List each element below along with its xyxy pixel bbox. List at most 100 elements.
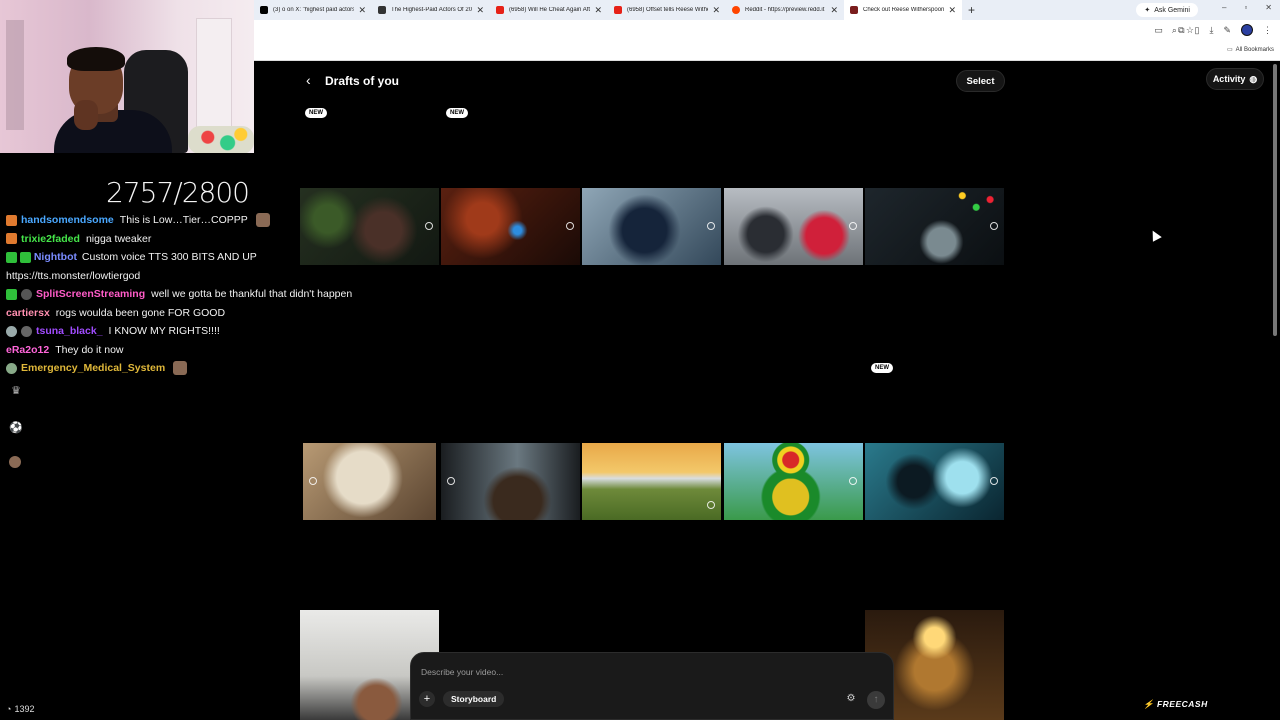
close-window-icon[interactable]: ✕ bbox=[1265, 3, 1272, 12]
freecash-logo: ⚡ FREECASH bbox=[1143, 699, 1208, 710]
all-bookmarks-button[interactable]: ▭ All Bookmarks bbox=[1226, 46, 1274, 54]
tab-title: (3) o on X: "highest paid actors bbox=[273, 7, 355, 13]
ask-gemini-button[interactable]: ✦ Ask Gemini bbox=[1136, 3, 1198, 17]
chat-text: This is Low…Tier…COPPP bbox=[119, 214, 248, 226]
chat-message: tsuna_black_ I KNOW MY RIGHTS!!!! bbox=[6, 322, 386, 341]
chat-text: I KNOW MY RIGHTS!!!! bbox=[108, 325, 220, 337]
trophy-icon: ♛ bbox=[11, 385, 21, 397]
site-favicon-icon bbox=[378, 6, 386, 14]
browser-tab[interactable]: The Highest-Paid Actors Of 20... ✕ bbox=[372, 0, 490, 20]
draft-video-thumbnail[interactable] bbox=[865, 443, 1004, 520]
restore-icon[interactable]: ▫ bbox=[1244, 3, 1247, 12]
draft-video-thumbnail[interactable] bbox=[300, 188, 439, 265]
zoom-icon[interactable]: ⌕ bbox=[1172, 25, 1177, 36]
close-tab-icon[interactable]: ✕ bbox=[476, 5, 484, 16]
browser-tab[interactable]: (6958) Will He Cheat Again Aft... ✕ bbox=[490, 0, 608, 20]
chat-badge-icon bbox=[6, 362, 17, 374]
menu-kebab-icon[interactable]: ⋮ bbox=[1263, 25, 1272, 36]
sliders-settings-icon[interactable]: ⚙ bbox=[843, 691, 859, 707]
tab-title: The Highest-Paid Actors Of 20... bbox=[391, 7, 473, 13]
send-arrow-icon[interactable]: ↑ bbox=[867, 691, 885, 709]
chat-message: cartiersx rogs woulda been gone FOR GOOD bbox=[6, 304, 386, 323]
webcam-overlay bbox=[0, 0, 254, 153]
activity-label: Activity bbox=[1212, 74, 1246, 84]
draft-video-thumbnail[interactable] bbox=[303, 443, 436, 520]
new-tab-icon[interactable]: + bbox=[968, 3, 975, 17]
chat-username: trixie2faded bbox=[21, 232, 80, 245]
viewers-icon: ◔ bbox=[6, 704, 12, 714]
tab-title: (6958) Will He Cheat Again Aft... bbox=[509, 7, 591, 13]
draft-video-thumbnail[interactable] bbox=[582, 443, 721, 520]
close-tab-icon[interactable]: ✕ bbox=[594, 5, 602, 16]
tab-title: Reddit - https://preview.redd.it bbox=[745, 7, 825, 13]
activity-button[interactable]: Activity ◍ bbox=[1206, 68, 1264, 90]
chat-emote-icon bbox=[173, 361, 188, 376]
extension-puzzle-icon[interactable]: ✎ bbox=[1223, 25, 1231, 36]
chat-username: Emergency_Medical_System bbox=[21, 362, 166, 374]
draft-video-thumbnail[interactable] bbox=[724, 188, 863, 265]
draft-video-thumbnail[interactable] bbox=[441, 443, 580, 520]
close-tab-icon[interactable]: ✕ bbox=[830, 5, 838, 16]
minimize-icon[interactable]: – bbox=[1222, 3, 1226, 12]
all-bookmarks-label: All Bookmarks bbox=[1235, 46, 1274, 53]
chat-username: handsomendsome bbox=[21, 214, 114, 226]
download-icon[interactable]: ⤓ bbox=[1209, 25, 1213, 36]
webcam-person-hand bbox=[74, 100, 98, 130]
chat-badge-icon bbox=[6, 214, 17, 226]
chat-message: Emergency_Medical_System bbox=[6, 359, 386, 378]
close-tab-icon[interactable]: ✕ bbox=[358, 5, 366, 16]
browser-tab-bar: (3) o on X: "highest paid actors ✕ The H… bbox=[254, 0, 1280, 20]
site-favicon-icon bbox=[850, 6, 858, 14]
freecash-label: FREECASH bbox=[1156, 699, 1208, 709]
activity-bell-icon: ◍ bbox=[1249, 73, 1258, 84]
chat-text: nigga tweaker bbox=[85, 232, 152, 245]
chat-text: well we gotta be thankful that didn't ha… bbox=[151, 288, 353, 300]
watermark-icon bbox=[447, 477, 455, 485]
page-title: Drafts of you bbox=[325, 74, 400, 88]
draft-video-thumbnail[interactable] bbox=[582, 188, 721, 265]
sidebar-icon[interactable]: ▯ bbox=[1195, 25, 1200, 36]
gemini-sparkle-icon: ✦ bbox=[1144, 7, 1151, 14]
tab-title: Check out Reese Witherspoon bbox=[863, 7, 945, 13]
cast-icon[interactable]: ▭ bbox=[1154, 25, 1163, 36]
browser-tab[interactable]: Reddit - https://preview.redd.it ✕ bbox=[726, 0, 844, 20]
select-button[interactable]: Select bbox=[956, 70, 1005, 92]
browser-tab[interactable]: (3) o on X: "highest paid actors ✕ bbox=[254, 0, 372, 20]
webcam-shelf bbox=[6, 20, 24, 130]
mouse-cursor-icon bbox=[1148, 228, 1162, 242]
close-tab-icon[interactable]: ✕ bbox=[948, 5, 956, 16]
profile-avatar[interactable] bbox=[1241, 24, 1253, 36]
webcam-door bbox=[196, 18, 232, 138]
prompt-composer: + Storyboard ⚙ ↑ bbox=[410, 652, 894, 720]
window-controls: – ▫ ✕ bbox=[1222, 3, 1272, 12]
tab-title: (6958) Offset tells Reese Withe... bbox=[627, 7, 709, 13]
draft-video-thumbnail[interactable] bbox=[724, 443, 863, 520]
browser-tab-active[interactable]: Check out Reese Witherspoon ✕ bbox=[844, 0, 962, 20]
close-tab-icon[interactable]: ✕ bbox=[712, 5, 720, 16]
describe-video-input[interactable] bbox=[421, 665, 841, 679]
draft-video-thumbnail[interactable] bbox=[865, 188, 1004, 265]
scrollbar-thumb[interactable] bbox=[1273, 64, 1277, 336]
chat-badge-icon bbox=[21, 288, 32, 300]
chat-badge-icon bbox=[6, 288, 17, 300]
storyboard-button[interactable]: Storyboard bbox=[443, 691, 505, 707]
extensions-icon[interactable]: ⧉ bbox=[1178, 25, 1184, 36]
watermark-icon bbox=[707, 222, 715, 230]
watermark-icon bbox=[990, 222, 998, 230]
freecash-logo-icon: ⚡ bbox=[1143, 699, 1155, 709]
add-attachment-button[interactable]: + bbox=[419, 691, 435, 707]
draft-video-thumbnail[interactable] bbox=[441, 188, 580, 265]
folder-icon: ▭ bbox=[1226, 47, 1233, 53]
webcam-person-hair bbox=[67, 47, 125, 71]
chat-badge-icon bbox=[6, 233, 17, 245]
browser-tab[interactable]: (6958) Offset tells Reese Withe... ✕ bbox=[608, 0, 726, 20]
youtube-favicon-icon bbox=[614, 6, 622, 14]
chat-username: tsuna_black_ bbox=[36, 325, 103, 337]
back-chevron-icon[interactable]: ‹ bbox=[306, 72, 311, 88]
chat-badge-icon bbox=[19, 251, 31, 263]
chat-text: rogs woulda been gone FOR GOOD bbox=[55, 306, 226, 319]
youtube-favicon-icon bbox=[496, 6, 504, 14]
new-badge: NEW bbox=[871, 363, 893, 373]
page-scrollbar[interactable] bbox=[1272, 62, 1278, 720]
chat-badge-icon bbox=[6, 325, 17, 337]
